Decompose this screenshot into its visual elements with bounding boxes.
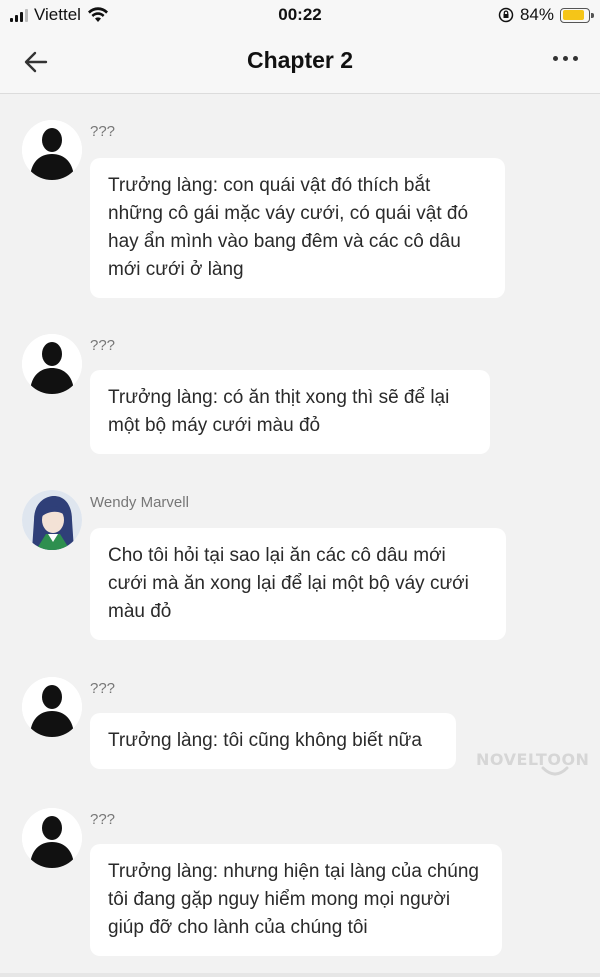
watermark-smile-icon [541, 766, 569, 776]
message-bubble: Trưởng làng: nhưng hiện tại làng của chú… [90, 844, 502, 956]
page-title: Chapter 2 [246, 47, 354, 73]
message-bubble: Cho tôi hỏi tại sao lại ăn các cô dâu mớ… [90, 528, 506, 640]
message-bubble: Trưởng làng: con quái vật đó thích bắt n… [90, 158, 505, 298]
rotation-lock-icon [498, 7, 514, 23]
nav-bar: Chapter 2 [0, 30, 600, 94]
battery-icon [560, 7, 594, 23]
watermark-logo: NOVELTOON [476, 750, 590, 769]
silhouette-avatar[interactable] [22, 677, 82, 737]
status-bar: Viettel 00:22 84% [0, 0, 600, 30]
message-bubble: Trưởng làng: tôi cũng không biết nữa [90, 713, 456, 769]
silhouette-avatar[interactable] [22, 334, 82, 394]
sender-name: ??? [90, 811, 116, 828]
character-avatar[interactable] [22, 490, 82, 550]
message-bubble: Trưởng làng: có ăn thịt xong thì sẽ để l… [90, 370, 490, 454]
silhouette-avatar[interactable] [22, 808, 82, 868]
sender-name: Wendy Marvell [90, 494, 189, 511]
battery-fill [562, 10, 584, 20]
bottom-divider [0, 973, 600, 977]
battery-percent: 84% [519, 5, 554, 24]
sender-name: ??? [90, 123, 116, 140]
sender-name: ??? [90, 680, 116, 697]
status-right: 84% [498, 5, 594, 25]
more-dots-icon[interactable] [553, 56, 578, 61]
silhouette-avatar[interactable] [22, 120, 82, 180]
sender-name: ??? [90, 337, 116, 354]
